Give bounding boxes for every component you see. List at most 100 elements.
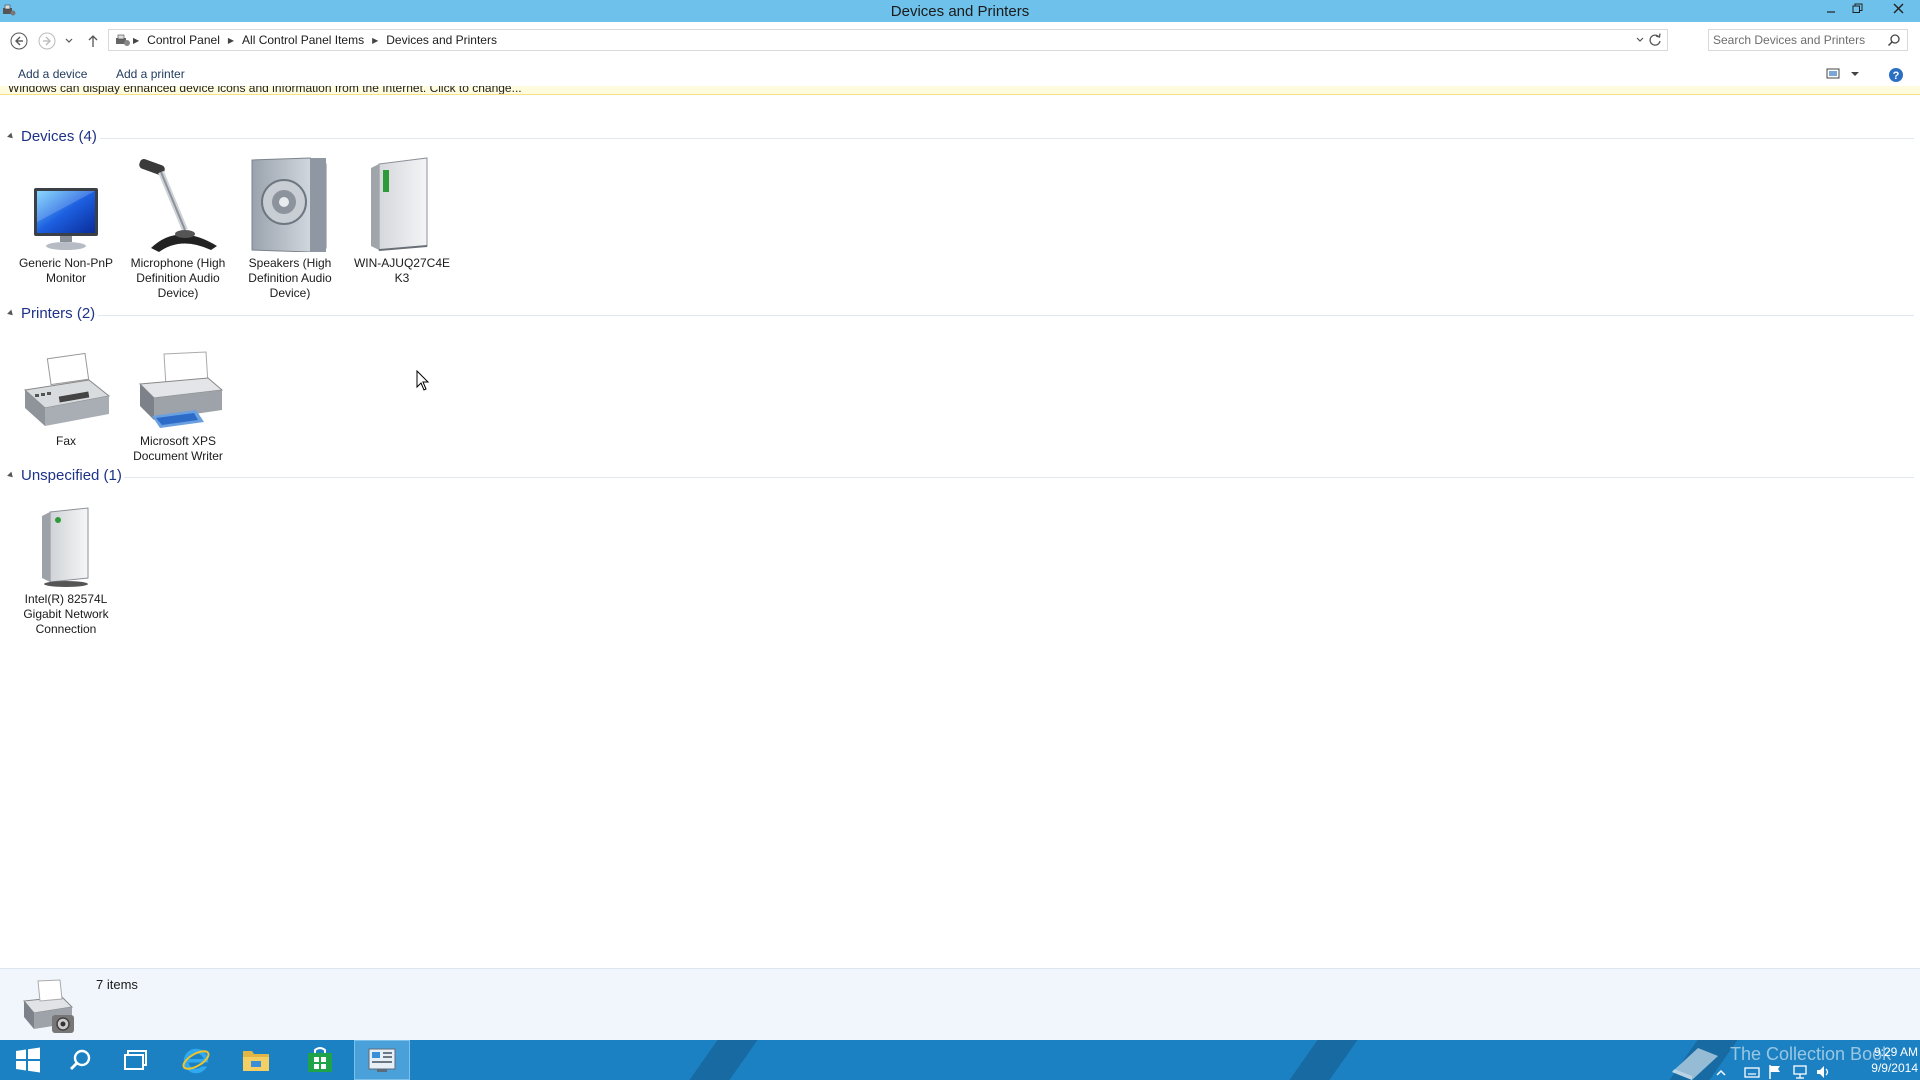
collapse-triangle-icon[interactable] — [7, 132, 15, 141]
watermark-book-icon — [1672, 1048, 1718, 1080]
clock-date: 9/9/2014 — [1871, 1061, 1918, 1075]
taskbar: The Collection Book 9:29 AM 9/9/2014 — [0, 1040, 1920, 1080]
item-count: 7 items — [96, 977, 138, 992]
taskbar-decoration — [675, 1040, 765, 1080]
group-label: Unspecified (1) — [21, 467, 122, 484]
up-arrow-icon — [88, 35, 98, 47]
system-clock[interactable]: 9:29 AM 9/9/2014 — [1842, 1044, 1918, 1076]
svg-text:?: ? — [1893, 70, 1900, 82]
close-button[interactable] — [1880, 0, 1916, 20]
address-bar[interactable]: ▶ Control Panel ▶ All Control Panel Item… — [108, 29, 1668, 51]
collapse-triangle-icon[interactable] — [7, 471, 15, 480]
view-options-chevron-icon[interactable] — [1850, 71, 1860, 77]
printer-item-fax[interactable]: Fax — [14, 330, 118, 449]
volume-icon[interactable] — [1816, 1052, 1832, 1080]
group-label: Devices (4) — [21, 128, 97, 145]
minimize-icon — [1827, 11, 1835, 13]
back-button[interactable] — [8, 30, 30, 52]
add-device-button[interactable]: Add a device — [18, 67, 87, 81]
breadcrumb-devices-and-printers[interactable]: Devices and Printers — [380, 33, 503, 47]
network-adapter-label: Intel(R) 82574L Gigabit Network Connecti… — [23, 592, 109, 636]
change-view-icon[interactable] — [1826, 67, 1842, 81]
search-icon[interactable] — [1887, 33, 1901, 47]
forward-arrow-icon — [38, 32, 56, 50]
search-input[interactable] — [1713, 31, 1881, 49]
unspecified-item-network-adapter[interactable]: Intel(R) 82574L Gigabit Network Connecti… — [14, 488, 118, 637]
printer-icon — [138, 351, 224, 428]
breadcrumb-all-control-panel-items[interactable]: All Control Panel Items — [236, 33, 370, 47]
internet-explorer-icon — [182, 1048, 210, 1074]
minimize-button[interactable] — [1818, 0, 1844, 20]
printer-label: Microsoft XPS Document Writer — [133, 434, 223, 463]
network-adapter-icon — [42, 507, 89, 587]
store-button[interactable] — [292, 1040, 348, 1080]
microphone-icon — [139, 158, 217, 252]
search-icon — [70, 1049, 91, 1070]
group-divider — [98, 315, 1914, 316]
info-bar-text: Windows can display enhanced device icon… — [8, 86, 522, 95]
up-button[interactable] — [84, 30, 102, 52]
folder-icon — [243, 1051, 269, 1071]
info-bar[interactable]: Windows can display enhanced device icon… — [0, 86, 1920, 95]
search-box[interactable] — [1708, 29, 1908, 51]
monitor-icon — [34, 188, 98, 250]
internet-explorer-button[interactable] — [168, 1040, 224, 1080]
task-view-button[interactable] — [108, 1040, 164, 1080]
breadcrumb-control-panel[interactable]: Control Panel — [141, 33, 226, 47]
task-view-icon — [124, 1050, 147, 1070]
printer-item-xps-writer[interactable]: Microsoft XPS Document Writer — [126, 330, 230, 464]
windows-logo-icon — [16, 1047, 40, 1073]
network-icon[interactable] — [1792, 1052, 1808, 1080]
store-icon — [308, 1047, 332, 1072]
device-label: Speakers (High Definition Audio Device) — [248, 256, 332, 300]
title-bar[interactable]: Devices and Printers — [0, 0, 1920, 22]
add-printer-button[interactable]: Add a printer — [116, 67, 185, 81]
window-title: Devices and Printers — [890, 3, 1030, 20]
start-button[interactable] — [0, 1040, 56, 1080]
computer-icon — [371, 157, 428, 251]
device-item-microphone[interactable]: Microphone (High Definition Audio Device… — [126, 152, 230, 301]
group-header-devices[interactable]: Devices (4) — [0, 128, 1914, 148]
breadcrumb-separator-icon[interactable]: ▶ — [226, 36, 236, 45]
refresh-icon[interactable] — [1647, 32, 1663, 48]
clock-time: 9:29 AM — [1873, 1045, 1918, 1059]
device-label: WIN-AJUQ27C4E K3 — [353, 256, 451, 285]
speaker-icon — [251, 157, 327, 252]
control-panel-icon — [368, 1048, 396, 1072]
devices-and-printers-icon — [23, 979, 74, 1033]
taskbar-decoration — [1275, 1040, 1365, 1080]
restore-button[interactable] — [1844, 0, 1870, 20]
device-label: Microphone (High Definition Audio Device… — [130, 256, 226, 300]
collapse-triangle-icon[interactable] — [7, 309, 15, 318]
devices-and-printers-taskbar-button[interactable] — [354, 1040, 410, 1080]
close-icon — [1893, 3, 1903, 14]
file-explorer-button[interactable] — [228, 1040, 284, 1080]
details-pane: 7 items — [0, 968, 1920, 1040]
group-header-unspecified[interactable]: Unspecified (1) — [0, 467, 1914, 487]
fax-icon — [23, 352, 111, 426]
device-item-computer[interactable]: WIN-AJUQ27C4E K3 — [350, 152, 454, 286]
breadcrumb-separator-icon[interactable]: ▶ — [370, 36, 380, 45]
group-divider — [100, 138, 1914, 139]
devices-and-printers-window: Devices and Printers ▶ Control Panel ▶ A… — [0, 0, 1920, 1080]
show-hidden-icons-chevron-icon[interactable] — [1716, 1053, 1726, 1080]
device-item-monitor[interactable]: Generic Non-PnP Monitor — [14, 152, 118, 286]
breadcrumb-separator-icon[interactable]: ▶ — [131, 36, 141, 45]
forward-button[interactable] — [36, 30, 58, 52]
mouse-cursor-icon — [416, 370, 430, 391]
keyboard-icon[interactable] — [1744, 1052, 1760, 1080]
help-icon[interactable]: ? — [1888, 67, 1904, 83]
breadcrumb: ▶ Control Panel ▶ All Control Panel Item… — [115, 30, 503, 50]
action-center-flag-icon[interactable] — [1768, 1052, 1782, 1080]
navigation-bar: ▶ Control Panel ▶ All Control Panel Item… — [0, 22, 1920, 58]
device-item-speakers[interactable]: Speakers (High Definition Audio Device) — [238, 152, 342, 301]
restore-icon — [1852, 3, 1862, 13]
group-label: Printers (2) — [21, 305, 96, 322]
recent-locations-button[interactable] — [62, 30, 76, 52]
taskbar-search-button[interactable] — [52, 1040, 108, 1080]
device-label: Generic Non-PnP Monitor — [18, 256, 114, 285]
chevron-down-icon — [65, 38, 73, 43]
address-history-chevron-icon[interactable] — [1635, 33, 1645, 47]
group-header-printers[interactable]: Printers (2) — [0, 305, 1914, 325]
back-arrow-icon — [10, 32, 28, 50]
